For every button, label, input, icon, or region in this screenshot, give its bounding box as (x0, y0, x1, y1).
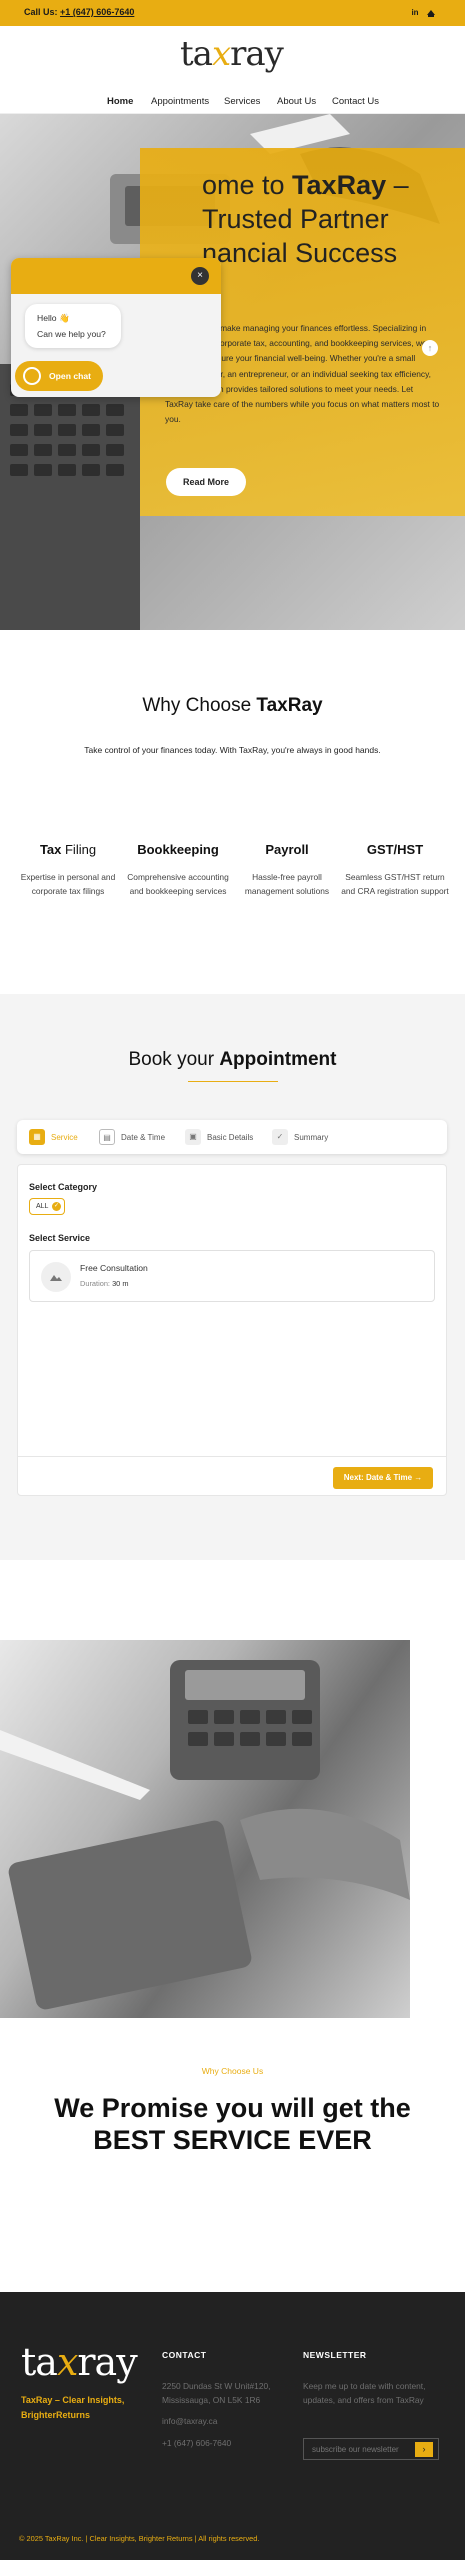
footer-newsletter-text: Keep me up to date with content, updates… (303, 2381, 426, 2405)
logo-text-left: ta (180, 34, 213, 74)
step-basic-details[interactable]: Basic Details (207, 1133, 253, 1142)
hero-title: ome to TaxRay – Trusted Partner nancial … (202, 168, 457, 270)
duration-value: 30 m (112, 1279, 129, 1288)
footer-tagline-line2: BrighterReturns (21, 2410, 91, 2420)
instagram-icon[interactable] (426, 8, 436, 18)
footer-tagline-line1: TaxRay – Clear Insights, (21, 2395, 125, 2405)
hero-title-dash: – (386, 170, 409, 200)
step-summary[interactable]: Summary (294, 1133, 328, 1142)
open-chat-label: Open chat (49, 371, 92, 381)
footer-copyright: © 2025 TaxRay Inc. | Clear Insights, Bri… (19, 2534, 260, 2543)
nav-home[interactable]: Home (107, 96, 133, 107)
footer-logo[interactable]: taxray (21, 2340, 138, 2384)
hero-title-line3: nancial Success (202, 238, 398, 268)
service-title-tax-filing: Tax Filing (13, 842, 123, 857)
duration-label: Duration: (80, 1279, 110, 1288)
why-choose-title: Why Choose TaxRay (0, 695, 465, 717)
check-icon: ✓ (52, 1202, 61, 1211)
booking-title-bold: Appointment (219, 1049, 337, 1070)
call-label: Call Us: (24, 7, 58, 17)
service-option-free-consultation[interactable]: Free Consultation Duration: 30 m (29, 1250, 435, 1302)
why-choose-subtitle: Take control of your finances today. Wit… (84, 745, 381, 755)
footer-address: 2250 Dundas St W Unit#120, Mississauga, … (162, 2379, 282, 2407)
chat-greeting-line2: Can we help you? (37, 329, 106, 339)
logo-x: x (211, 34, 231, 74)
newsletter-submit-button[interactable]: › (415, 2442, 433, 2457)
open-chat-button[interactable]: Open chat (15, 361, 103, 391)
read-more-button[interactable]: Read More (166, 468, 246, 496)
service-title-payroll: Payroll (232, 842, 342, 857)
footer-logo-left: ta (21, 2340, 58, 2384)
summary-icon[interactable]: ✓ (272, 1129, 288, 1145)
step-service[interactable]: Service (51, 1133, 78, 1142)
service-title-bold: Tax (39, 842, 62, 857)
footer-tagline: TaxRay – Clear Insights, BrighterReturns (21, 2393, 141, 2423)
linkedin-icon[interactable]: in (410, 8, 420, 18)
nav-services[interactable]: Services (224, 96, 260, 107)
booking-panel (17, 1164, 447, 1496)
details-icon[interactable]: ▣ (185, 1129, 201, 1145)
footer-newsletter-heading: NEWSLETTER (303, 2350, 367, 2360)
why-choose-us-eyebrow: Why Choose Us (201, 2066, 264, 2076)
why-title-text: Why Choose (142, 695, 257, 716)
promise-line2: BEST SERVICE EVER (93, 2125, 372, 2155)
hero-title-brand: TaxRay (292, 170, 387, 200)
service-duration: Duration: 30 m (80, 1279, 129, 1288)
chat-bubble-icon (23, 367, 41, 385)
service-desc-bookkeeping: Comprehensive accounting and bookkeeping… (127, 872, 229, 896)
service-desc-tax-filing: Expertise in personal and corporate tax … (20, 872, 116, 896)
footer (0, 2292, 465, 2560)
chat-greeting-line1: Hello 👋 (37, 313, 70, 323)
service-image-icon (41, 1262, 71, 1292)
promise-line1: We Promise you will get the (54, 2093, 411, 2123)
service-title-rest: Filing (61, 842, 97, 857)
category-chip-all[interactable]: ALL ✓ (29, 1198, 65, 1215)
footer-logo-right: ray (77, 2340, 137, 2384)
hero-title-part: ome to (202, 170, 293, 200)
footer-logo-x: x (56, 2340, 78, 2384)
phone-link[interactable]: +1 (647) 606-7640 (60, 7, 134, 17)
service-title-bold: Payroll (265, 842, 309, 857)
chat-header: × (11, 258, 221, 294)
promise-heading: We Promise you will get the BEST SERVICE… (0, 2092, 465, 2156)
service-title-bold: Bookkeeping (137, 842, 219, 857)
panel-footer-divider (17, 1456, 447, 1457)
booking-title-text: Book your (128, 1049, 220, 1070)
scroll-up-icon[interactable]: ↑ (422, 340, 438, 356)
footer-address-line2: Mississauga, ON L5K 1R6 (162, 2395, 261, 2405)
footer-address-line1: 2250 Dundas St W Unit#120, (162, 2381, 271, 2391)
nav-about-us[interactable]: About Us (277, 96, 316, 107)
nav-appointments[interactable]: Appointments (151, 96, 209, 107)
booking-steps: ▦ Service ▤ Date & Time ▣ Basic Details … (17, 1120, 447, 1154)
footer-contact-heading: CONTACT (162, 2350, 207, 2360)
service-step-icon[interactable]: ▦ (29, 1129, 45, 1145)
close-icon[interactable]: × (191, 267, 209, 285)
calendar-icon[interactable]: ▤ (99, 1129, 115, 1145)
service-name: Free Consultation (80, 1263, 148, 1273)
why-title-brand: TaxRay (256, 695, 323, 716)
service-title-gst-hst: GST/HST (340, 842, 450, 857)
booking-title: Book your Appointment (0, 1049, 465, 1071)
chat-widget: × Hello 👋 Can we help you? Open chat (11, 258, 221, 397)
logo-text-right: ray (230, 34, 284, 74)
select-category-label: Select Category (29, 1182, 98, 1192)
service-title-bold: GST/HST (366, 842, 424, 857)
hero-title-line2: Trusted Partner (202, 204, 389, 234)
select-service-label: Select Service (29, 1233, 91, 1243)
service-desc-gst-hst: Seamless GST/HST return and CRA registra… (341, 872, 449, 896)
step-date-time[interactable]: Date & Time (121, 1133, 165, 1142)
logo[interactable]: taxray (180, 34, 284, 74)
booking-title-underline (188, 1081, 278, 1082)
service-title-bookkeeping: Bookkeeping (123, 842, 233, 857)
top-bar: Call Us: +1 (647) 606-7640 in (0, 0, 465, 26)
nav-contact-us[interactable]: Contact Us (332, 96, 379, 107)
accounting-photo (0, 1640, 410, 2018)
category-chip-label: ALL (36, 1203, 49, 1210)
service-desc-payroll: Hassle-free payroll management solutions (244, 872, 330, 896)
next-date-time-button[interactable]: Next: Date & Time → (333, 1467, 433, 1489)
footer-email[interactable]: info@taxray.ca (162, 2414, 217, 2428)
call-us: Call Us: +1 (647) 606-7640 (24, 7, 134, 17)
footer-phone[interactable]: +1 (647) 606-7640 (162, 2436, 231, 2450)
chat-greeting-bubble: Hello 👋 Can we help you? (25, 304, 121, 348)
